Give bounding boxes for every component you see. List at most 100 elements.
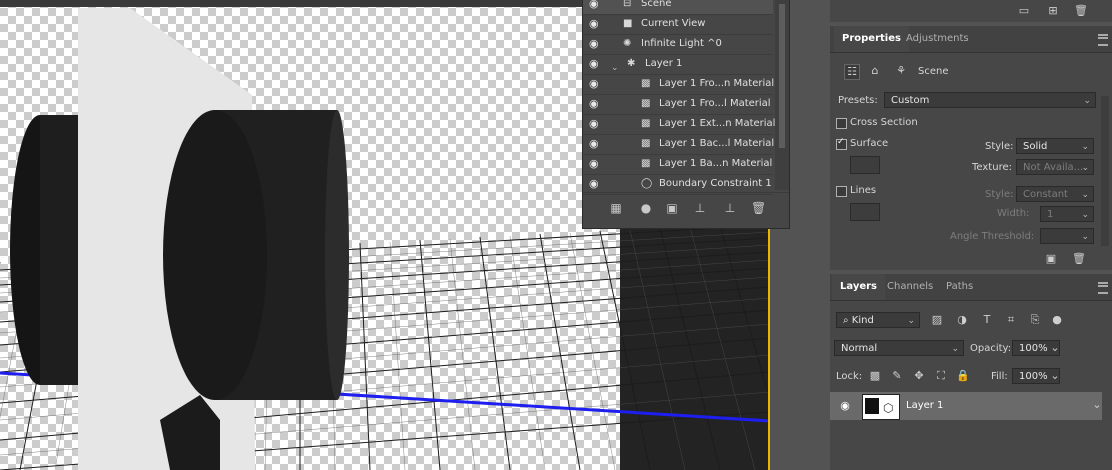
3d-layer-thumbnail-icon [865, 398, 879, 414]
trash-icon[interactable]: 🗑 [1074, 4, 1088, 18]
surface-color-swatch[interactable] [850, 156, 880, 174]
lock-artboard-icon[interactable]: ⛶ [934, 369, 948, 383]
lock-paint-icon[interactable]: ✎ [890, 369, 904, 383]
eye-icon[interactable]: ◉ [589, 78, 601, 89]
lock-transparent-icon[interactable]: ▩ [868, 369, 882, 383]
lines-color-swatch[interactable] [850, 203, 880, 221]
layer-filter-value: Kind [851, 315, 874, 326]
eye-icon[interactable]: ◉ [589, 158, 601, 169]
layer-name: Layer 1 [906, 400, 944, 411]
texture-value: Not Availa... [1023, 162, 1084, 173]
scene-icon: ⊟ [623, 0, 632, 9]
panel-menu-icon[interactable] [1098, 282, 1108, 294]
scene-row-label: Layer 1 [645, 58, 683, 69]
layers-panel: Layers Channels Paths ⌕ Kind ⌄ ▨ ◑ T ⌗ ⎘… [830, 274, 1112, 470]
eye-icon[interactable]: ◉ [589, 138, 601, 149]
scene-row[interactable]: ◉ ⌄ ✱ Layer 1 [583, 54, 773, 75]
width-label: Width: [997, 208, 1030, 219]
chevron-down-icon[interactable]: ⌄ [1048, 369, 1062, 383]
toggle-mesh-icon[interactable]: ▣ [665, 201, 679, 215]
drop-to-plane-icon[interactable]: ⊥ [693, 201, 707, 215]
presets-label: Presets: [838, 95, 878, 106]
scene-mode-icon[interactable]: ☷ [844, 64, 860, 80]
adjustment-filter-icon[interactable]: ◑ [955, 313, 969, 327]
presets-dropdown[interactable]: Custom ⌄ [884, 92, 1096, 108]
panel-menu-icon[interactable] [1098, 34, 1108, 46]
surface-style-dropdown[interactable]: Solid ⌄ [1016, 138, 1094, 154]
scene-row[interactable]: ◉ ▩ Layer 1 Ext...n Material [583, 114, 776, 135]
lock-all-icon[interactable]: 🔒 [956, 369, 970, 383]
pixel-filter-icon[interactable]: ▨ [930, 313, 944, 327]
front-cylinder-face [163, 110, 267, 400]
smart-object-filter-icon[interactable]: ⎘ [1028, 313, 1042, 327]
scene-row[interactable]: ◉ ▩ Layer 1 Fro...n Material [583, 74, 774, 95]
chevron-down-icon[interactable]: ⌄ [1090, 398, 1104, 412]
shape-filter-icon[interactable]: ⌗ [1004, 313, 1018, 327]
type-filter-icon[interactable]: T [980, 313, 994, 327]
new-layer-icon[interactable]: ⊞ [1046, 4, 1060, 18]
scene-row-label: Infinite Light ^0 [641, 38, 722, 49]
filter-toggle-icon[interactable]: ● [1050, 313, 1064, 327]
surface-checkbox[interactable] [836, 137, 847, 150]
scene-row-label: Layer 1 Bac...l Material [659, 138, 775, 149]
scene-row[interactable]: ◉ ⊟ Scene [583, 0, 773, 15]
right-panel-dock: ▭ ⊞ 🗑 Properties Adjustments ☷ ⌂ ⚘ Scene… [830, 0, 1112, 470]
layer-filter-dropdown[interactable]: ⌕ Kind ⌄ [836, 312, 920, 328]
move-to-ground-icon[interactable]: ⊥ [723, 201, 737, 215]
constraint-icon: ◯ [641, 178, 653, 189]
tab-layers[interactable]: Layers [832, 274, 885, 300]
chevron-down-icon: ⌄ [1081, 232, 1089, 242]
trash-icon[interactable]: 🗑 [751, 201, 766, 215]
folder-icon[interactable]: ▭ [1017, 4, 1031, 18]
lines-style-label: Style: [985, 189, 1014, 200]
render-icon[interactable]: ▣ [1044, 252, 1058, 266]
angle-threshold-field[interactable]: ⌄ [1040, 228, 1094, 244]
chevron-down-icon[interactable]: ⌄ [611, 58, 623, 73]
top-strip: ▭ ⊞ 🗑 [830, 0, 1112, 22]
scene-row[interactable]: ◉ ✺ Infinite Light ^0 [583, 34, 773, 55]
light-icon: ✺ [623, 38, 632, 49]
angle-threshold-label: Angle Threshold: [950, 231, 1035, 242]
canvas-scroll-gutter [790, 0, 830, 470]
scene-row[interactable]: ◉ ■ Current View [583, 14, 773, 35]
front-cylinder-back-edge [325, 110, 349, 400]
tab-channels[interactable]: Channels [879, 274, 941, 300]
scene-tree-icon: ⚘ [896, 64, 906, 77]
eye-icon[interactable]: ◉ [589, 0, 601, 9]
width-field[interactable]: 1 ⌄ [1040, 206, 1094, 222]
texture-dropdown[interactable]: Not Availa... ⌄ [1016, 159, 1094, 175]
scene-row[interactable]: ◉ ▩ Layer 1 Bac...l Material [583, 134, 775, 155]
scene-row-label: Layer 1 Ext...n Material [659, 118, 776, 129]
render-icon[interactable]: ▦ [609, 201, 623, 215]
eye-icon[interactable]: ◉ [589, 38, 601, 49]
trash-icon[interactable]: 🗑 [1072, 252, 1086, 266]
lines-label: Lines [850, 185, 877, 196]
tab-adjustments[interactable]: Adjustments [898, 26, 977, 52]
eye-icon[interactable]: ◉ [589, 118, 601, 129]
scene-row[interactable]: ◉ ▩ Layer 1 Fro...l Material [583, 94, 773, 115]
eye-icon[interactable]: ◉ [589, 58, 601, 69]
eye-icon[interactable]: ◉ [589, 178, 601, 189]
layer-row-layer-1[interactable]: ◉ ⬡ Layer 1 [830, 392, 1102, 420]
chevron-down-icon[interactable]: ⌄ [1048, 341, 1062, 355]
width-value: 1 [1047, 209, 1054, 220]
eye-icon[interactable]: ◉ [838, 399, 852, 413]
chevron-down-icon: ⌄ [951, 344, 959, 354]
lines-style-dropdown[interactable]: Constant ⌄ [1016, 186, 1094, 202]
cross-section-checkbox[interactable] [836, 118, 847, 129]
scene-row[interactable]: ◉ ▩ Layer 1 Ba...n Material [583, 154, 773, 175]
add-light-icon[interactable]: ● [639, 201, 653, 215]
lines-checkbox[interactable] [836, 186, 847, 197]
lock-position-icon[interactable]: ✥ [912, 369, 926, 383]
scene-scrollbar-thumb[interactable] [779, 4, 785, 148]
eye-icon[interactable]: ◉ [589, 98, 601, 109]
chevron-down-icon: ⌄ [1081, 210, 1089, 220]
blend-mode-dropdown[interactable]: Normal ⌄ [834, 340, 964, 356]
layer-thumbnail: ⬡ [862, 394, 900, 420]
cross-section-label: Cross Section [850, 117, 918, 128]
eye-icon[interactable]: ◉ [589, 18, 601, 29]
view-mode-icon[interactable]: ⌂ [868, 64, 882, 78]
properties-scrollbar[interactable] [1101, 96, 1109, 246]
layers-tabbar: Layers Channels Paths [830, 274, 1112, 301]
tab-paths[interactable]: Paths [938, 274, 981, 300]
